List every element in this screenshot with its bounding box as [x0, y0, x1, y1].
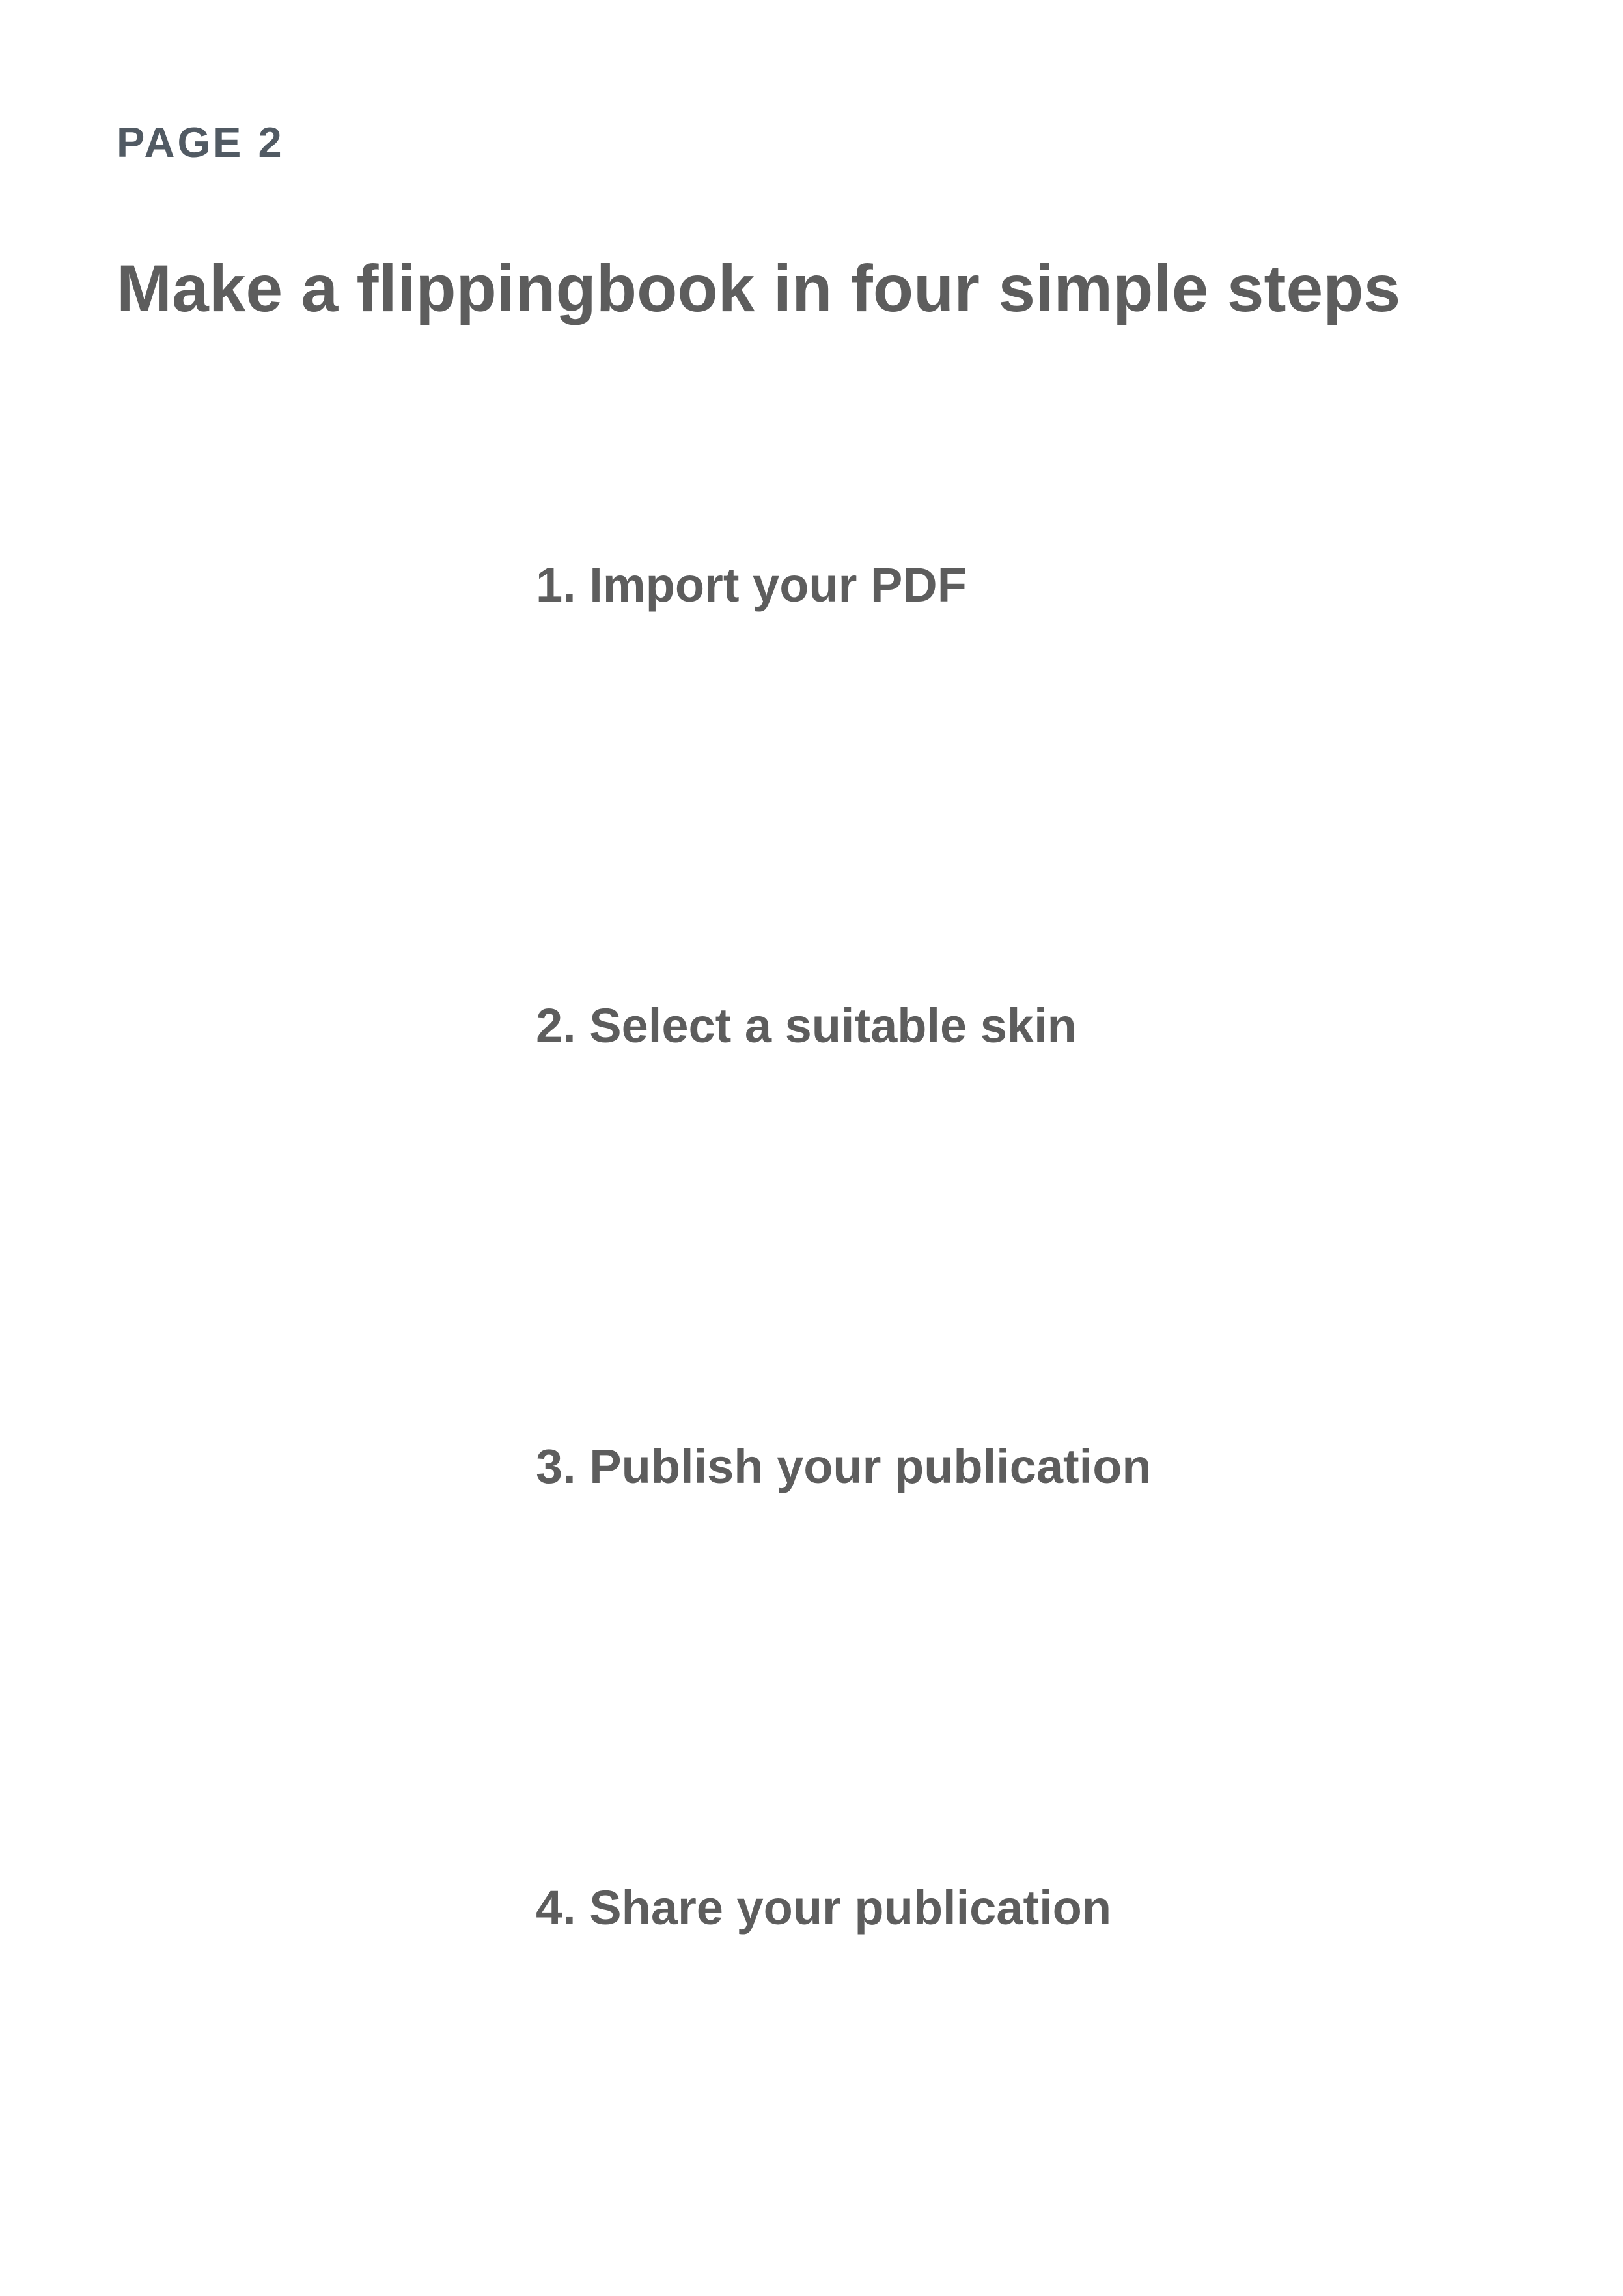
page-number-label: PAGE 2: [117, 118, 284, 166]
step-item-import-pdf: 1. Import your PDF: [536, 558, 967, 612]
step-item-select-skin: 2. Select a suitable skin: [536, 999, 1077, 1053]
step-item-share: 4. Share your publication: [536, 1881, 1112, 1935]
page-title: Make a flippingbook in four simple steps: [117, 251, 1401, 325]
step-item-publish: 3. Publish your publication: [536, 1439, 1152, 1493]
